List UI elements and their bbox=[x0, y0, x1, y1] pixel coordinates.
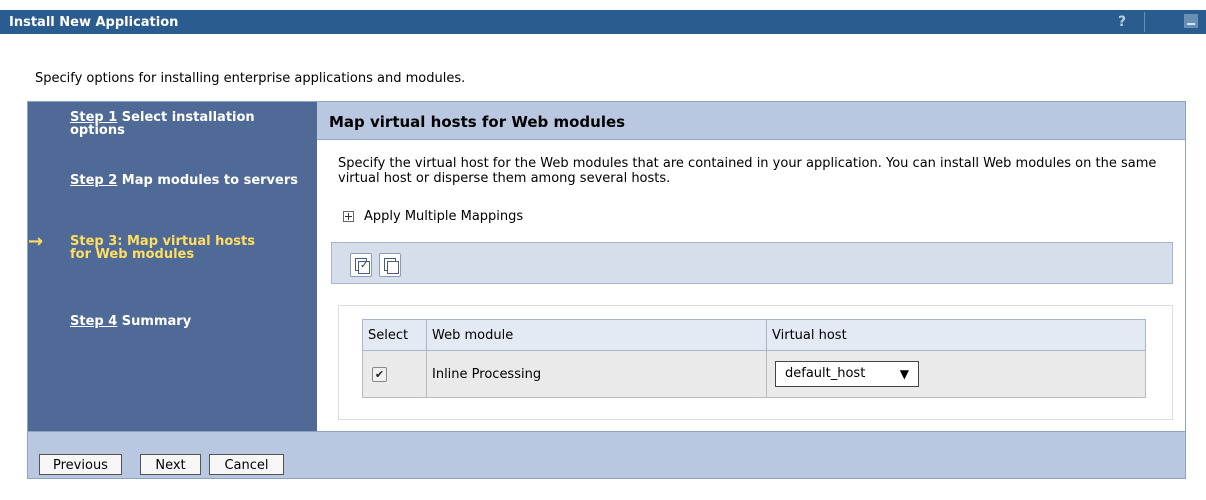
dropdown-caret-icon: ▼ bbox=[899, 367, 909, 381]
web-module-cell: Inline Processing bbox=[426, 350, 767, 398]
check-icon: ✓ bbox=[360, 260, 369, 271]
wizard-panel: Step 1 Select installation options Step … bbox=[27, 101, 1186, 479]
step-2: Step 2 Map modules to servers bbox=[70, 174, 300, 187]
row-select-checkbox[interactable]: ✔ bbox=[372, 366, 387, 382]
table-panel: Select Web module Virtual host ✔ Inline … bbox=[338, 305, 1173, 420]
steps-sidebar: Step 1 Select installation options Step … bbox=[28, 102, 317, 431]
wizard-footer: Previous Next Cancel bbox=[28, 431, 1185, 478]
virtual-host-value: default_host bbox=[785, 366, 866, 381]
step-1: Step 1 Select installation options bbox=[70, 111, 300, 137]
apply-multiple-mappings[interactable]: Apply Multiple Mappings bbox=[343, 209, 523, 225]
step-2-link[interactable]: Step 2 bbox=[70, 173, 117, 188]
step-2-label: Map modules to servers bbox=[117, 173, 298, 188]
step-4-link[interactable]: Step 4 bbox=[70, 314, 117, 329]
help-icon[interactable]: ? bbox=[1114, 12, 1130, 30]
intro-text: Specify options for installing enterpris… bbox=[35, 71, 466, 86]
virtual-host-table: Select Web module Virtual host ✔ Inline … bbox=[362, 319, 1146, 398]
title-bar-divider bbox=[1144, 12, 1145, 32]
step-4-label: Summary bbox=[117, 314, 192, 329]
select-cell: ✔ bbox=[362, 350, 427, 398]
column-header-virtual-host[interactable]: Virtual host bbox=[766, 319, 1146, 351]
column-header-select[interactable]: Select bbox=[362, 319, 427, 351]
panel-title: Map virtual hosts for Web modules bbox=[317, 102, 1185, 140]
cancel-button[interactable]: Cancel bbox=[209, 454, 284, 475]
minimize-icon[interactable] bbox=[1184, 14, 1198, 28]
step-3-label: Step 3: Map virtual hosts for Web module… bbox=[70, 234, 255, 262]
title-bar: Install New Application ? bbox=[0, 10, 1206, 34]
previous-button[interactable]: Previous bbox=[39, 454, 122, 475]
step-4: Step 4 Summary bbox=[70, 315, 300, 328]
panel-description: Specify the virtual host for the Web mod… bbox=[338, 156, 1157, 186]
deselect-all-button[interactable] bbox=[379, 253, 401, 277]
current-step-arrow-icon: → bbox=[28, 231, 44, 252]
table-header-row: Select Web module Virtual host bbox=[362, 319, 1146, 351]
deselect-all-icon-front bbox=[387, 261, 399, 274]
select-all-button[interactable]: ✓ bbox=[350, 253, 372, 277]
virtual-host-select[interactable]: default_host ▼ bbox=[775, 361, 919, 387]
table-row: ✔ Inline Processing default_host ▼ bbox=[362, 350, 1146, 398]
column-header-web-module[interactable]: Web module bbox=[426, 319, 767, 351]
next-button[interactable]: Next bbox=[140, 454, 201, 475]
table-toolbar: ✓ bbox=[331, 242, 1173, 284]
step-3-current: → Step 3: Map virtual hosts for Web modu… bbox=[28, 233, 270, 262]
virtual-host-cell: default_host ▼ bbox=[766, 350, 1146, 398]
step-content: Map virtual hosts for Web modules Specif… bbox=[317, 102, 1185, 431]
apply-multiple-mappings-label[interactable]: Apply Multiple Mappings bbox=[364, 209, 523, 224]
expand-icon[interactable] bbox=[343, 211, 354, 222]
window-title: Install New Application bbox=[9, 15, 179, 30]
